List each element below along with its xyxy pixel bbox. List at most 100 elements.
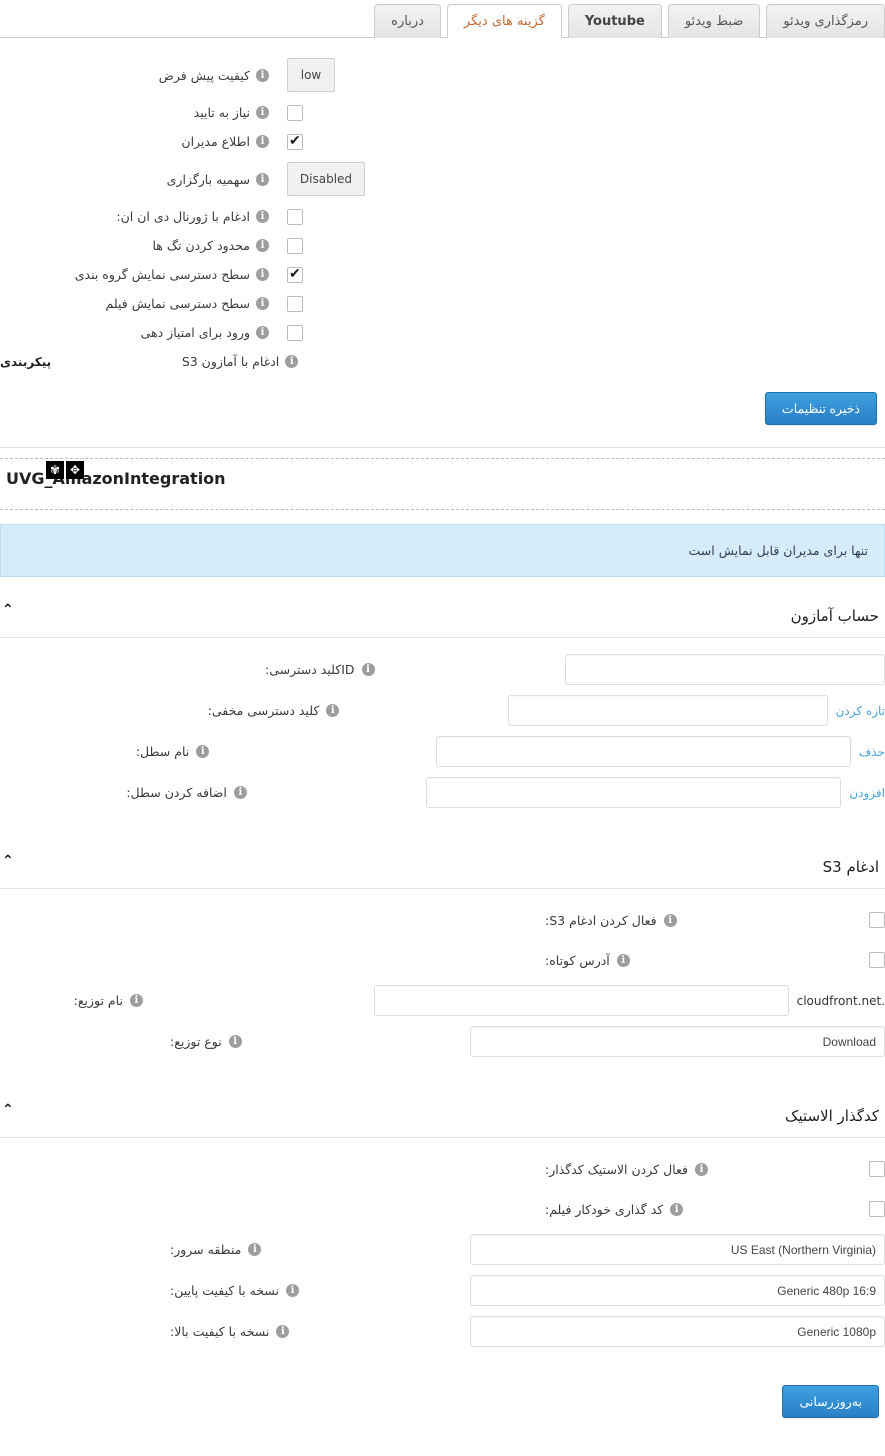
info-icon[interactable]: i	[256, 326, 269, 339]
save-settings-button[interactable]: ذخیره تنظیمات	[764, 392, 877, 425]
checkbox-field[interactable]	[869, 1201, 885, 1217]
info-icon[interactable]: i	[670, 1202, 684, 1216]
form-label-wrap: نسخه با کیفیت پایین: i	[160, 1283, 470, 1298]
info-icon[interactable]: i	[196, 745, 210, 758]
section-header[interactable]: ⌃ کدگذار الاستیک	[0, 1091, 885, 1138]
checkbox-8[interactable]	[287, 324, 303, 341]
setting-label-wrap: ادغام با ژورنال دی ان ان: i	[7, 209, 277, 224]
info-icon[interactable]: i	[361, 663, 375, 676]
setting-row: سطح دسترسی نمایش گروه بندی i	[0, 260, 560, 289]
checkbox-4[interactable]	[287, 208, 303, 225]
setting-label-wrap: سهمیه بارگزاری i	[7, 172, 277, 187]
section-title: کدگذار الاستیک	[785, 1107, 879, 1125]
info-icon[interactable]: i	[256, 239, 269, 252]
configure-link[interactable]: پیکربندی	[0, 355, 65, 369]
info-icon[interactable]: i	[256, 135, 269, 148]
section-header[interactable]: ⌃ حساب آمازون	[0, 591, 885, 638]
checkbox-2[interactable]	[287, 132, 303, 150]
text-field[interactable]	[470, 1316, 885, 1347]
tab-4[interactable]: درباره	[374, 4, 441, 38]
info-icon[interactable]: i	[129, 994, 143, 1007]
setting-label: سطح دسترسی نمایش فیلم	[105, 296, 250, 311]
form-control	[470, 1026, 885, 1057]
tab-0[interactable]: رمزگذاری ویدئو	[766, 4, 885, 38]
text-field[interactable]	[435, 736, 851, 767]
form-label-wrap: آدرس کوتاه: i	[535, 953, 845, 968]
form-control	[470, 1316, 885, 1347]
checkbox-field[interactable]	[869, 1161, 885, 1177]
form-label: فعال کردن ادغام S3:	[545, 912, 657, 928]
info-icon[interactable]: i	[326, 704, 340, 717]
field-suffix: cloudfront.net.	[796, 993, 885, 1008]
form-label-wrap: منطقه سرور: i	[160, 1242, 470, 1257]
text-field[interactable]	[470, 1234, 885, 1265]
setting-label-wrap: محدود کردن تگ ها i	[7, 238, 277, 253]
text-field[interactable]	[373, 985, 789, 1016]
text-field[interactable]	[565, 654, 885, 685]
setting-row: سطح دسترسی نمایش فیلم i	[0, 289, 560, 318]
move-icon[interactable]: ✥	[66, 461, 84, 479]
form-label-wrap: نام توزیع: i	[64, 993, 374, 1008]
setting-control	[277, 104, 552, 121]
info-icon[interactable]: i	[276, 1325, 290, 1338]
text-field[interactable]	[470, 1026, 885, 1057]
info-icon[interactable]: i	[256, 172, 269, 186]
text-field[interactable]	[507, 695, 828, 726]
text-field[interactable]	[470, 1275, 885, 1306]
section-header[interactable]: ⌃ ادغام S3	[0, 842, 885, 889]
checkbox-field[interactable]	[869, 952, 885, 968]
info-icon[interactable]: i	[233, 786, 247, 799]
field-action-link[interactable]: حذف	[859, 745, 885, 759]
field-action-link[interactable]: تازه کردن	[836, 704, 885, 718]
tab-1[interactable]: ضبط ویدئو	[667, 4, 761, 38]
info-icon[interactable]: i	[663, 913, 677, 927]
section-body: IDکلید دسترسی: i تازه کردن کلید دسترسی مخفی…	[0, 638, 885, 828]
setting-control	[277, 237, 552, 254]
form-control	[565, 654, 885, 685]
form-row: فعال کردن ادغام S3: i	[0, 905, 885, 935]
field-action-link[interactable]: افزودن	[849, 786, 885, 800]
checkbox-7[interactable]	[287, 295, 303, 312]
setting-label: اطلاع مدیران	[181, 134, 250, 149]
chevron-up-icon[interactable]: ⌃	[2, 854, 14, 868]
info-icon[interactable]: i	[616, 953, 630, 967]
admin-only-notice: تنها برای مدیران قابل نمایش است	[0, 524, 885, 577]
section-title: حساب آمازون	[790, 607, 879, 625]
setting-label-wrap: ادغام با آمازون S3 i	[65, 354, 306, 369]
info-icon[interactable]: i	[256, 68, 269, 82]
info-icon[interactable]: i	[285, 1284, 299, 1297]
tab-2[interactable]: Youtube	[567, 4, 662, 38]
info-icon[interactable]: i	[256, 297, 269, 310]
info-icon[interactable]: i	[256, 268, 269, 281]
select-0[interactable]: low	[287, 58, 335, 92]
info-icon[interactable]: i	[248, 1243, 262, 1256]
form-control	[470, 1275, 885, 1306]
checkbox-1[interactable]	[287, 104, 303, 121]
info-icon[interactable]: i	[694, 1162, 708, 1176]
setting-label: نیاز به تایید	[193, 105, 250, 120]
checkbox-field[interactable]	[869, 912, 885, 928]
select-3[interactable]: Disabled	[287, 162, 365, 196]
save-settings-row: ذخیره تنظیمات	[0, 376, 885, 429]
text-field[interactable]	[426, 777, 842, 808]
update-button[interactable]: به‌روزرسانی	[782, 1385, 879, 1418]
setting-row: ادغام با ژورنال دی ان ان: i	[0, 202, 560, 231]
chevron-up-icon[interactable]: ⌃	[2, 603, 14, 617]
form-control: cloudfront.net.	[373, 985, 885, 1016]
form-row: افزودن اضافه کردن سطل: i	[0, 777, 885, 808]
checkbox-6[interactable]	[287, 265, 303, 283]
setting-control	[277, 324, 552, 341]
setting-control	[277, 295, 552, 312]
form-label: فعال کردن الاستیک کدگذار:	[545, 1161, 688, 1177]
setting-row: low کیفیت پیش فرض i	[0, 52, 560, 98]
chevron-up-icon[interactable]: ⌃	[2, 1103, 14, 1117]
info-icon[interactable]: i	[256, 106, 269, 119]
gear-icon[interactable]: ✾	[46, 461, 64, 479]
tab-bar: رمزگذاری ویدئو ضبط ویدئو Youtube گزینه های …	[0, 0, 885, 38]
info-icon[interactable]: i	[256, 210, 269, 223]
tab-3[interactable]: گزینه های دیگر	[446, 4, 562, 38]
checkbox-5[interactable]	[287, 237, 303, 254]
info-icon[interactable]: i	[285, 355, 299, 368]
form-row: IDکلید دسترسی: i	[0, 654, 885, 685]
info-icon[interactable]: i	[228, 1035, 242, 1048]
